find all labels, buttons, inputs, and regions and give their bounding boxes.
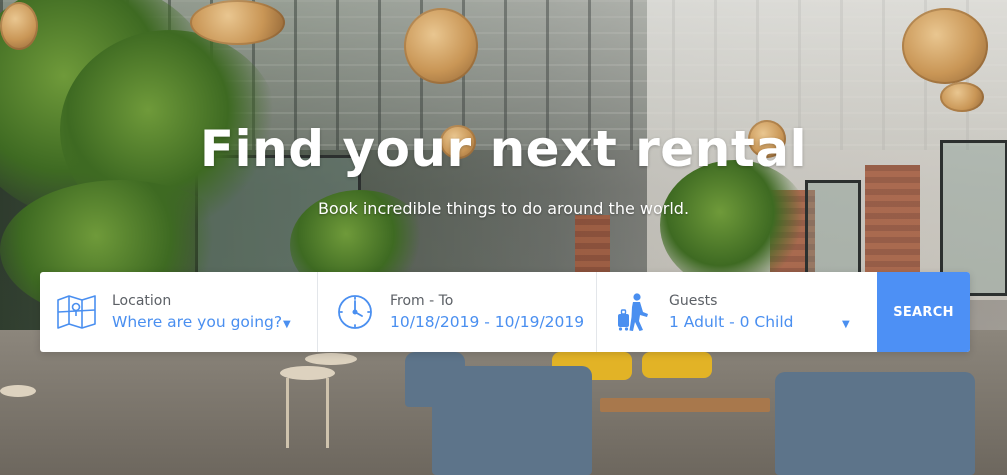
- pendant-lamp: [404, 8, 478, 84]
- search-button[interactable]: SEARCH: [877, 272, 970, 352]
- plant-foliage: [660, 160, 810, 290]
- armchair: [775, 372, 975, 475]
- stool: [0, 385, 36, 397]
- dates-label: From - To: [390, 293, 454, 309]
- guests-label: Guests: [669, 293, 718, 309]
- stool: [305, 353, 357, 365]
- search-bar: Location Where are you going? ▼ From - T…: [40, 272, 970, 352]
- location-value[interactable]: Where are you going?: [112, 313, 282, 331]
- guests-value[interactable]: 1 Adult - 0 Child: [669, 313, 794, 331]
- guests-field[interactable]: Guests 1 Adult - 0 Child ▼: [597, 272, 877, 352]
- page-subtitle: Book incredible things to do around the …: [317, 199, 690, 218]
- hero-banner: Find your next rental Book incredible th…: [0, 0, 1007, 475]
- traveler-icon: [618, 293, 648, 331]
- page-title: Find your next rental: [199, 120, 808, 178]
- pendant-lamp: [902, 8, 988, 84]
- chevron-down-icon[interactable]: ▼: [842, 319, 850, 330]
- cushion: [642, 352, 712, 378]
- location-label: Location: [112, 293, 172, 309]
- chevron-down-icon[interactable]: ▼: [283, 319, 291, 330]
- map-icon: [57, 295, 96, 329]
- armchair: [405, 352, 465, 407]
- location-field[interactable]: Location Where are you going? ▼: [40, 272, 318, 352]
- date-range-field[interactable]: From - To 10/18/2019 - 10/19/2019: [318, 272, 597, 352]
- coffee-table: [600, 398, 770, 412]
- clock-icon: [338, 295, 372, 329]
- stool-leg: [286, 378, 289, 448]
- pendant-lamp: [0, 2, 38, 50]
- pendant-lamp: [940, 82, 984, 112]
- pendant-lamp: [190, 0, 285, 45]
- stool-leg: [326, 378, 329, 448]
- dates-value[interactable]: 10/18/2019 - 10/19/2019: [390, 313, 584, 331]
